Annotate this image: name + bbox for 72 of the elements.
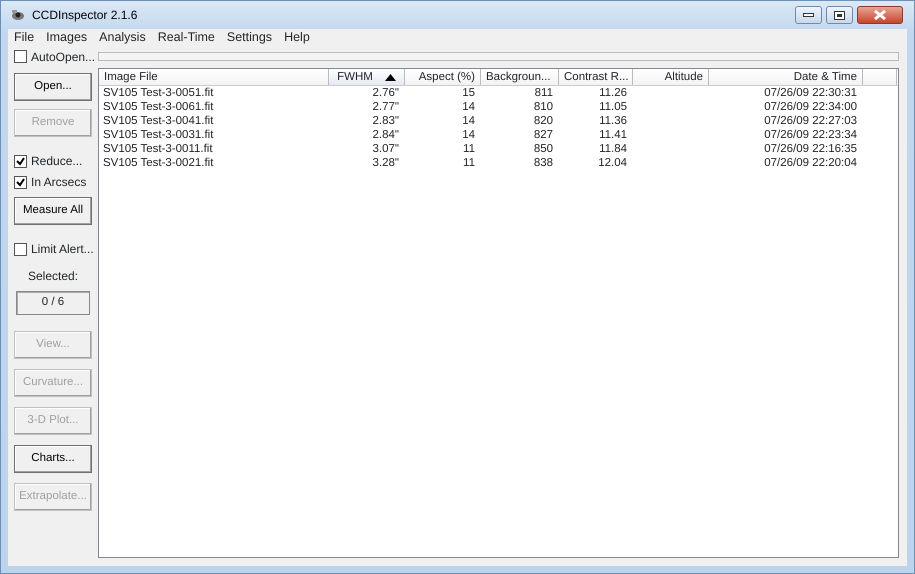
column-header[interactable]: FWHM <box>329 69 405 85</box>
table-cell-text: 14 <box>461 128 476 142</box>
table-cell-text: 07/26/09 22:16:35 <box>763 142 858 156</box>
selection-count: 0 / 6 <box>16 291 90 315</box>
checkbox[interactable] <box>14 154 27 168</box>
table-cell-text: 811 <box>534 86 554 100</box>
table-cell-text: 3.07" <box>372 142 400 156</box>
checkbox[interactable] <box>14 50 27 63</box>
table-cell-text: SV105 Test-3-0011.fit <box>102 142 214 156</box>
checkbox-label: Reduce... <box>31 153 82 170</box>
checkbox-label: Limit Alert... <box>31 241 94 258</box>
sort-ascending-icon <box>384 74 396 80</box>
checkbox[interactable] <box>14 242 27 256</box>
table-cell-text: SV105 Test-3-0031.fit <box>102 128 214 142</box>
table-cell-text: 827 <box>532 128 554 142</box>
table-cell-text: 11 <box>462 156 476 170</box>
table-cell-text: 11.05 <box>598 100 628 114</box>
table-cell-text: 850 <box>532 142 554 156</box>
window-title: CCDInspector 2.1.6 <box>32 7 138 24</box>
menu-item[interactable]: Real-Time <box>152 28 221 47</box>
column-header[interactable]: Image File <box>99 69 329 85</box>
table-cell-text: 12.04 <box>597 156 628 170</box>
column-header[interactable]: Date & Time <box>709 69 863 85</box>
table-cell-text: SV105 Test-3-0021.fit <box>102 156 214 170</box>
table-cell-text: 2.76" <box>372 86 400 100</box>
app-icon <box>10 8 26 22</box>
table-cell-text: 14 <box>461 100 476 114</box>
column-header[interactable]: Aspect (%) <box>405 69 481 85</box>
table-cell-text: 11.26 <box>598 86 628 100</box>
table-cell-text: 2.83" <box>372 114 400 128</box>
table-cell-text: 810 <box>532 100 554 114</box>
maximize-icon <box>834 10 845 20</box>
table-cell-text: 07/26/09 22:30:31 <box>763 86 858 100</box>
table-cell-text: 14 <box>461 114 476 128</box>
table-cell-text: 07/26/09 22:20:04 <box>763 156 858 170</box>
checkbox[interactable] <box>14 176 27 188</box>
table-cell-text: 838 <box>532 156 554 170</box>
column-header[interactable]: Contrast R... <box>559 69 633 85</box>
table-cell-text: 15 <box>461 86 476 100</box>
menu-item[interactable]: File <box>8 28 40 47</box>
menu-item[interactable]: Images <box>40 28 94 47</box>
table-cell-text: 07/26/09 22:27:03 <box>763 114 858 128</box>
minimize-icon <box>803 13 814 17</box>
close-button[interactable] <box>857 6 903 24</box>
table-cell-text: SV105 Test-3-0061.fit <box>102 100 214 114</box>
table-cell-text: 11.41 <box>598 128 628 142</box>
table-cell-text: SV105 Test-3-0051.fit <box>102 86 214 100</box>
minimize-button[interactable] <box>795 6 822 24</box>
table-cell-text: 11 <box>462 142 476 156</box>
table-cell-text: 11.36 <box>598 114 628 128</box>
checkbox-label: In Arcsecs <box>31 174 86 191</box>
table-cell-text: 3.28" <box>372 156 400 170</box>
menu-item[interactable]: Settings <box>220 28 278 47</box>
table-cell-text: SV105 Test-3-0041.fit <box>102 114 214 128</box>
menu-item[interactable]: Help <box>278 28 316 47</box>
column-header[interactable]: Altitude <box>633 69 709 85</box>
table-cell-text: 11.84 <box>598 142 628 156</box>
close-icon <box>873 10 887 20</box>
maximize-button[interactable] <box>826 6 853 24</box>
header-filler <box>863 69 897 85</box>
table-cell-text: 07/26/09 22:23:34 <box>763 128 858 142</box>
sidebar-button[interactable]: Open... <box>14 73 92 101</box>
checkbox-label: AutoOpen... <box>31 48 96 66</box>
table-cell-text: 07/26/09 22:34:00 <box>763 100 858 114</box>
table-cell-text: 2.77" <box>372 100 400 114</box>
sidebar-button[interactable]: Measure All <box>14 197 92 225</box>
table-cell-text: 2.84" <box>372 128 400 142</box>
menu-item[interactable]: Analysis <box>93 28 152 47</box>
sidebar-button[interactable]: Charts... <box>14 445 92 473</box>
column-header[interactable]: Backgroun... <box>481 69 559 85</box>
selected-label: Selected: <box>28 268 78 285</box>
table-cell-text: 820 <box>532 114 554 128</box>
